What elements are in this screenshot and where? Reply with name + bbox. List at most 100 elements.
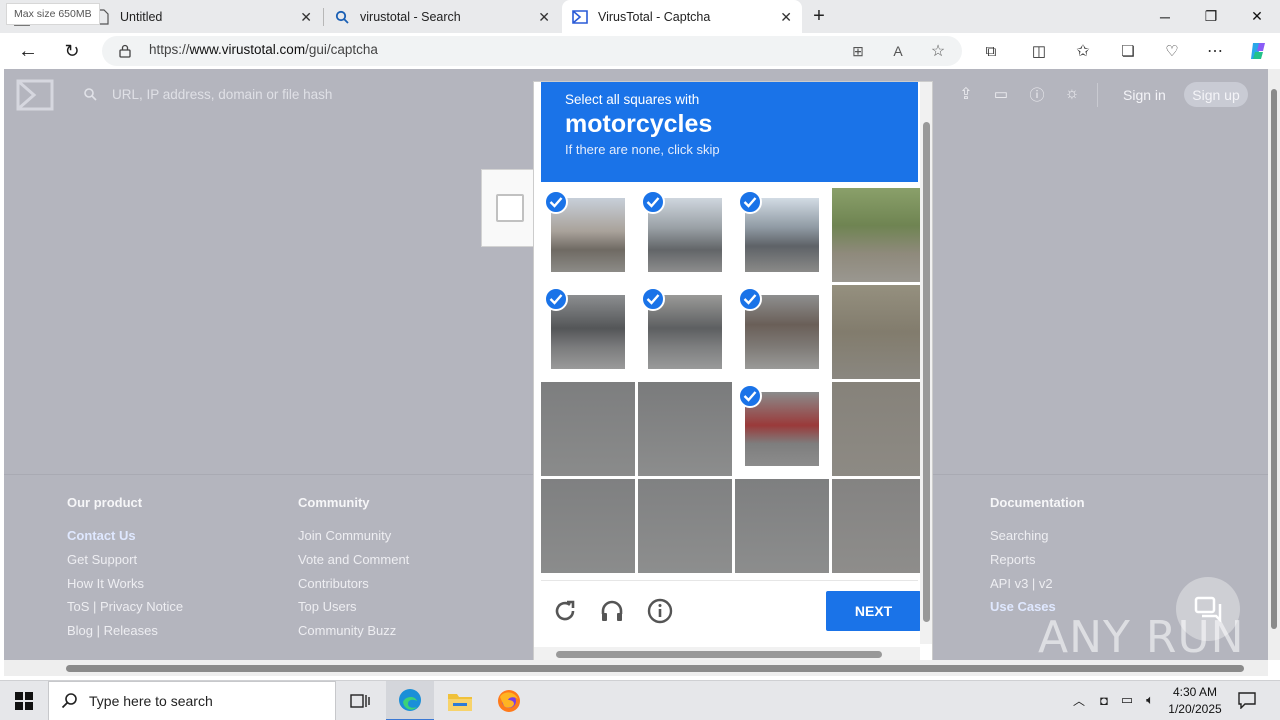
- captcha-checkbox[interactable]: [496, 194, 524, 222]
- more-options-icon[interactable]: ⋯: [1205, 41, 1225, 61]
- help-icon[interactable]: ⓘ: [1027, 84, 1047, 104]
- new-tab-icon[interactable]: +: [808, 5, 830, 27]
- close-tab-icon[interactable]: ✕: [780, 9, 792, 26]
- challenge-vertical-scrollbar[interactable]: [920, 82, 932, 644]
- footer-link[interactable]: Get Support: [67, 552, 137, 567]
- search-icon: [61, 693, 77, 709]
- footer-link[interactable]: Top Users: [298, 599, 357, 614]
- captcha-tile[interactable]: [832, 382, 926, 476]
- tile-image: [541, 479, 635, 573]
- task-view-icon[interactable]: [336, 681, 384, 720]
- captcha-tile[interactable]: [832, 285, 926, 379]
- close-tab-icon[interactable]: ✕: [538, 9, 550, 26]
- footer-link[interactable]: Reports: [990, 552, 1036, 567]
- captcha-tile[interactable]: [638, 285, 732, 379]
- show-hidden-icons-icon[interactable]: ︿: [1070, 691, 1088, 709]
- copilot-icon[interactable]: [1246, 39, 1270, 63]
- collections-icon[interactable]: ❏: [1118, 41, 1138, 61]
- checkmark-icon: [544, 190, 568, 214]
- info-icon[interactable]: [646, 597, 674, 625]
- split-screen-icon[interactable]: ◫: [1029, 41, 1049, 61]
- footer-link[interactable]: Searching: [990, 528, 1049, 543]
- windows-start-icon[interactable]: [0, 681, 48, 720]
- upload-icon[interactable]: ⇪: [956, 84, 976, 104]
- captcha-tile[interactable]: [541, 382, 635, 476]
- refresh-icon[interactable]: ↻: [60, 39, 84, 63]
- favorite-star-icon[interactable]: ☆: [928, 41, 948, 61]
- audio-challenge-icon[interactable]: [598, 597, 626, 625]
- scroll-thumb[interactable]: [923, 122, 930, 622]
- firefox-icon[interactable]: [485, 681, 533, 720]
- captcha-tile[interactable]: [832, 188, 926, 282]
- tab-virustotal-captcha[interactable]: VirusTotal - Captcha ✕: [562, 0, 802, 33]
- sign-in-link[interactable]: Sign in: [1123, 87, 1166, 103]
- tile-image: [832, 285, 926, 379]
- challenge-horizontal-scrollbar[interactable]: [534, 647, 920, 660]
- read-aloud-icon[interactable]: A: [888, 41, 908, 61]
- scroll-thumb[interactable]: [556, 651, 882, 658]
- scroll-thumb[interactable]: [66, 665, 1244, 672]
- captcha-tile[interactable]: [638, 382, 732, 476]
- tab-virustotal-search[interactable]: virustotal - Search ✕: [324, 0, 560, 33]
- captcha-checkbox-widget: [481, 169, 541, 247]
- challenge-grid: [541, 188, 926, 574]
- security-icon[interactable]: ◘: [1095, 691, 1113, 709]
- footer-link[interactable]: Community Buzz: [298, 623, 396, 638]
- tile-image: [832, 188, 926, 282]
- captcha-tile[interactable]: [735, 382, 829, 476]
- back-icon[interactable]: ←: [16, 39, 40, 63]
- footer-link[interactable]: ToS | Privacy Notice: [67, 599, 183, 614]
- tile-image: [832, 479, 926, 573]
- notification-icon[interactable]: [1236, 689, 1258, 711]
- extensions-icon[interactable]: ⧉: [981, 41, 1001, 61]
- captcha-tile[interactable]: [541, 285, 635, 379]
- captcha-tile[interactable]: [735, 479, 829, 573]
- next-button[interactable]: NEXT: [826, 591, 921, 631]
- lock-icon[interactable]: [117, 42, 133, 60]
- clock-time: 4:30 AM: [1172, 685, 1218, 699]
- close-tab-icon[interactable]: ✕: [300, 9, 312, 26]
- page-vertical-scrollbar[interactable]: [1268, 69, 1280, 660]
- footer-link[interactable]: API v3 | v2: [990, 576, 1053, 591]
- captcha-tile[interactable]: [541, 479, 635, 573]
- footer-heading: Community: [298, 495, 370, 510]
- edge-taskbar-icon[interactable]: [386, 681, 434, 720]
- reload-icon[interactable]: [551, 597, 579, 625]
- footer-link[interactable]: Vote and Comment: [298, 552, 409, 567]
- url-text[interactable]: https://www.virustotal.com/gui/captcha: [149, 42, 378, 57]
- footer-link[interactable]: Contact Us: [67, 528, 136, 543]
- network-icon[interactable]: ▭: [1118, 691, 1136, 709]
- file-explorer-icon[interactable]: [436, 681, 484, 720]
- checkmark-icon: [738, 190, 762, 214]
- vt-search-input[interactable]: URL, IP address, domain or file hash: [112, 87, 332, 102]
- captcha-tile[interactable]: [735, 188, 829, 282]
- captcha-tile[interactable]: [832, 479, 926, 573]
- footer-link[interactable]: How It Works: [67, 576, 144, 591]
- footer-link[interactable]: Join Community: [298, 528, 391, 543]
- favorites-icon[interactable]: ✩: [1073, 41, 1093, 61]
- checkmark-icon: [641, 287, 665, 311]
- theme-toggle-icon[interactable]: ☼: [1062, 84, 1082, 104]
- captcha-tile[interactable]: [638, 188, 732, 282]
- footer-link[interactable]: Contributors: [298, 576, 369, 591]
- volume-icon[interactable]: 🔈︎: [1141, 691, 1159, 709]
- search-icon: [334, 9, 350, 25]
- tile-image: [541, 382, 635, 476]
- close-window-icon[interactable]: ✕: [1234, 0, 1280, 33]
- system-clock[interactable]: 4:30 AM 1/20/2025: [1160, 684, 1230, 718]
- minimize-icon[interactable]: ─: [1142, 0, 1188, 33]
- tab-untitled[interactable]: Untitled ✕: [84, 0, 322, 33]
- footer-link[interactable]: Blog | Releases: [67, 623, 158, 638]
- captcha-tile[interactable]: [541, 188, 635, 282]
- captcha-tile[interactable]: [735, 285, 829, 379]
- restore-icon[interactable]: ❐: [1188, 0, 1234, 33]
- app-available-icon[interactable]: ⊞: [848, 41, 868, 61]
- scroll-thumb[interactable]: [1271, 89, 1277, 629]
- virustotal-logo-icon[interactable]: [16, 79, 54, 111]
- taskbar-search-box[interactable]: Type here to search: [48, 681, 336, 720]
- challenge-footer: NEXT: [541, 580, 921, 640]
- browser-essentials-icon[interactable]: ♡: [1162, 41, 1182, 61]
- captcha-tile[interactable]: [638, 479, 732, 573]
- chat-icon[interactable]: ▭: [991, 84, 1011, 104]
- sign-up-button[interactable]: Sign up: [1184, 82, 1248, 107]
